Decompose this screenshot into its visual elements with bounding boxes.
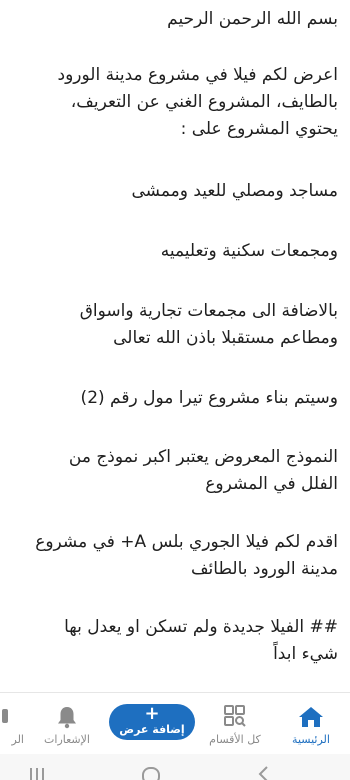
post-content: بسم الله الرحمن الرحيم اعرض لكم فيلا في … xyxy=(0,0,350,692)
post-line: ومطاعم مستقبلا باذن الله تعالى xyxy=(113,328,338,348)
system-navigation-bar xyxy=(0,754,350,780)
nav-item-partial[interactable]: الر xyxy=(0,693,30,755)
post-line: بالاضافة الى مجمعات تجارية واسواق xyxy=(79,301,338,321)
post-paragraph: ## الفيلا جديدة ولم تسكن او يعدل بها شيء… xyxy=(0,614,338,668)
plus-icon: + xyxy=(144,703,160,724)
post-line: ## الفيلا جديدة ولم تسكن او يعدل بها xyxy=(64,617,338,637)
home-system-icon[interactable] xyxy=(141,766,161,780)
post-paragraph: بسم الله الرحمن الرحيم xyxy=(0,6,338,33)
nav-label-home: الرئيسية xyxy=(292,733,330,746)
post-paragraph: النموذج المعروض يعتبر اكبر نموذج من الفل… xyxy=(0,444,338,498)
post-line: مدينة الورود بالطائف xyxy=(190,559,338,579)
add-offer-label: إضافة عرض xyxy=(119,723,185,736)
post-line: بالطايف، المشروع الغني عن التعريف، xyxy=(70,92,338,112)
bell-icon xyxy=(58,707,76,729)
home-icon xyxy=(299,707,323,727)
partial-icon xyxy=(2,709,8,723)
post-line: ومجمعات سكنية وتعليميه xyxy=(160,241,338,261)
back-icon[interactable] xyxy=(256,766,270,780)
post-paragraph: مساجد ومصلي للعيد وممشى xyxy=(0,178,339,205)
post-line: وسيتم بناء مشروع تيرا مول رقم (2) xyxy=(80,388,338,408)
post-line: النموذج المعروض يعتبر اكبر نموذج من xyxy=(68,447,338,467)
grid-search-icon xyxy=(224,705,246,727)
post-paragraph: وسيتم بناء مشروع تيرا مول رقم (2) xyxy=(0,385,338,412)
post-paragraph: اقدم لكم فيلا الجوري بلس A+ في مشروع مدي… xyxy=(0,529,338,583)
post-paragraph: ومجمعات سكنية وتعليميه xyxy=(0,238,338,265)
post-line: شيء ابداً xyxy=(273,644,338,664)
nav-label-categories: كل الأقسام xyxy=(209,733,261,746)
post-paragraph: اعرض لكم فيلا في مشروع مدينة الورود بالط… xyxy=(0,62,338,143)
post-paragraph: بالاضافة الى مجمعات تجارية واسواق ومطاعم… xyxy=(0,298,338,352)
nav-item-categories[interactable]: كل الأقسام xyxy=(200,693,270,755)
post-line: مساجد ومصلي للعيد وممشى xyxy=(131,181,339,201)
nav-label-notifications: الإشعارات xyxy=(44,733,90,746)
nav-item-home[interactable]: الرئيسية xyxy=(276,693,346,755)
post-line: الفلل في المشروع xyxy=(205,474,338,494)
add-offer-button[interactable]: + إضافة عرض xyxy=(109,704,195,740)
recent-apps-icon[interactable] xyxy=(28,768,46,780)
nav-label-partial: الر xyxy=(11,733,24,746)
nav-item-notifications[interactable]: الإشعارات xyxy=(32,693,102,755)
post-line: اقدم لكم فيلا الجوري بلس A+ في مشروع xyxy=(35,532,338,552)
post-line: يحتوي المشروع على : xyxy=(180,119,338,139)
post-line: بسم الله الرحمن الرحيم xyxy=(167,9,338,29)
post-line: اعرض لكم فيلا في مشروع مدينة الورود xyxy=(57,65,338,85)
